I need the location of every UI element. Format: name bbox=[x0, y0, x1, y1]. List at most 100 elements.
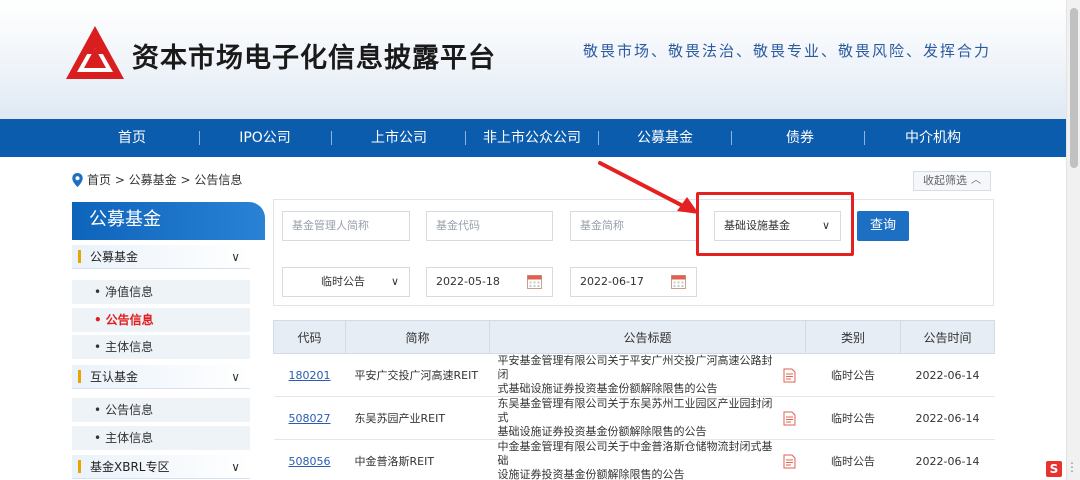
sidebar-item-label: 净值信息 bbox=[105, 285, 154, 299]
nav-item-ipo[interactable]: IPO公司 bbox=[232, 119, 298, 157]
fund-code-link[interactable]: 508027 bbox=[273, 396, 346, 440]
chevron-down-icon: ∨ bbox=[231, 460, 240, 474]
bullet-icon: • bbox=[94, 313, 102, 327]
bullet-icon: • bbox=[94, 403, 102, 417]
sidebar-item-label: 公告信息 bbox=[105, 313, 154, 327]
chevron-down-icon: ∨ bbox=[390, 275, 399, 288]
sidebar-group-public-funds[interactable]: 公募基金 ∨ bbox=[72, 245, 250, 269]
fund-name: 中金普洛斯REIT bbox=[345, 439, 490, 480]
sidebar-item-nav-info[interactable]: • 净值信息 bbox=[72, 280, 250, 304]
document-icon[interactable] bbox=[783, 411, 796, 426]
nav-item-funds[interactable]: 公募基金 bbox=[632, 119, 698, 157]
sidebar-group-label: 基金XBRL专区 bbox=[90, 460, 170, 474]
site-header: 资本市场电子化信息披露平台 敬畏市场、敬畏法治、敬畏专业、敬畏风险、发挥合力 bbox=[0, 0, 1066, 119]
sidebar-item-entity-info[interactable]: • 主体信息 bbox=[72, 335, 250, 359]
announcement-title-line[interactable]: 平安基金管理有限公司关于平安广州交投广河高速公路封闭 bbox=[498, 354, 783, 382]
group-marker bbox=[78, 370, 81, 383]
announcement-title-line[interactable]: 中金基金管理有限公司关于中金普洛斯仓储物流封闭式基础 bbox=[498, 440, 783, 468]
collapse-filter-label: 收起筛选 bbox=[923, 174, 967, 187]
sidebar-item-label: 主体信息 bbox=[105, 340, 154, 354]
sidebar-item-mr-announcements[interactable]: • 公告信息 bbox=[72, 398, 250, 422]
sidebar-item-announcements[interactable]: • 公告信息 bbox=[72, 308, 250, 332]
tray-more-icon[interactable]: ⋮ bbox=[1066, 460, 1078, 474]
fund-code-input[interactable]: 基金代码 bbox=[426, 211, 553, 241]
annotation-arrow-icon bbox=[598, 161, 699, 214]
fund-code-link[interactable]: 508056 bbox=[273, 439, 346, 480]
announcement-category: 临时公告 bbox=[805, 439, 901, 480]
red-triangle-logo[interactable] bbox=[64, 24, 126, 82]
scroll-thumb[interactable] bbox=[1070, 8, 1078, 168]
document-icon[interactable] bbox=[783, 454, 796, 469]
sidebar-title: 公募基金 bbox=[72, 202, 265, 240]
announcement-type-select[interactable]: 临时公告 ∨ bbox=[282, 267, 410, 297]
fund-code-link[interactable]: 180201 bbox=[273, 353, 346, 397]
announcement-title-line[interactable]: 式基础设施证券投资基金份额解除限售的公告 bbox=[498, 382, 783, 396]
collapse-filter-button[interactable]: 收起筛选 ︿ bbox=[913, 171, 991, 191]
end-date-input[interactable]: 2022-06-17 bbox=[570, 267, 697, 297]
column-header-date: 公告时间 bbox=[900, 320, 995, 354]
announcement-type-value: 临时公告 bbox=[321, 275, 365, 288]
ime-tray-icon[interactable]: S bbox=[1046, 461, 1062, 477]
calendar-icon[interactable] bbox=[671, 274, 686, 289]
fund-manager-input[interactable]: 基金管理人简称 bbox=[282, 211, 410, 241]
table-header-row: 代码 简称 公告标题 类别 公告时间 bbox=[273, 320, 995, 354]
nav-item-bonds[interactable]: 债券 bbox=[778, 119, 822, 157]
bullet-icon: • bbox=[94, 340, 102, 354]
fund-name: 平安广交投广河高速REIT bbox=[345, 353, 490, 397]
announcement-category: 临时公告 bbox=[805, 353, 901, 397]
group-marker bbox=[78, 460, 81, 473]
sidebar-item-mr-entity-info[interactable]: • 主体信息 bbox=[72, 426, 250, 450]
sidebar-group-xbrl[interactable]: 基金XBRL专区 ∨ bbox=[72, 455, 250, 479]
announcement-table: 代码 简称 公告标题 类别 公告时间 180201 平安广交投广河高速REIT … bbox=[273, 320, 995, 480]
nav-item-non-listed[interactable]: 非上市公众公司 bbox=[482, 119, 582, 157]
announcement-date: 2022-06-14 bbox=[900, 353, 995, 397]
column-header-code: 代码 bbox=[273, 320, 346, 354]
breadcrumb-text[interactable]: 首页 > 公募基金 > 公告信息 bbox=[87, 171, 242, 188]
bullet-icon: • bbox=[94, 431, 102, 445]
page-scrollbar[interactable] bbox=[1066, 0, 1080, 480]
sidebar-item-label: 主体信息 bbox=[105, 431, 154, 445]
announcement-title-line[interactable]: 基础设施证券投资基金份额解除限售的公告 bbox=[498, 425, 783, 439]
announcement-title-cell[interactable]: 东吴基金管理有限公司关于东吴苏州工业园区产业园封闭式 基础设施证券投资基金份额解… bbox=[489, 396, 806, 440]
main-nav: 首页 IPO公司 上市公司 非上市公众公司 公募基金 债券 中介机构 bbox=[0, 119, 1066, 157]
group-marker bbox=[78, 250, 81, 263]
chevron-down-icon: ∨ bbox=[231, 250, 240, 264]
announcement-title-cell[interactable]: 平安基金管理有限公司关于平安广州交投广河高速公路封闭 式基础设施证券投资基金份额… bbox=[489, 353, 806, 397]
nav-item-home[interactable]: 首页 bbox=[102, 119, 162, 157]
nav-separator bbox=[199, 131, 200, 145]
breadcrumb: 首页 > 公募基金 > 公告信息 bbox=[72, 171, 242, 188]
sidebar-item-label: 公告信息 bbox=[105, 403, 154, 417]
announcement-title-cell[interactable]: 中金基金管理有限公司关于中金普洛斯仓储物流封闭式基础 设施证券投资基金份额解除限… bbox=[489, 439, 806, 480]
nav-separator bbox=[465, 131, 466, 145]
fund-name: 东吴苏园产业REIT bbox=[345, 396, 490, 440]
end-date-value: 2022-06-17 bbox=[580, 275, 644, 288]
column-header-name: 简称 bbox=[345, 320, 490, 354]
nav-separator bbox=[864, 131, 865, 145]
site-title: 资本市场电子化信息披露平台 bbox=[132, 43, 496, 74]
nav-separator bbox=[598, 131, 599, 145]
chevron-down-icon: ∨ bbox=[231, 370, 240, 384]
announcement-title-line[interactable]: 东吴基金管理有限公司关于东吴苏州工业园区产业园封闭式 bbox=[498, 397, 783, 425]
query-button[interactable]: 查询 bbox=[857, 211, 909, 241]
column-header-category: 类别 bbox=[805, 320, 901, 354]
calendar-icon[interactable] bbox=[527, 274, 542, 289]
nav-item-intermediaries[interactable]: 中介机构 bbox=[898, 119, 968, 157]
annotation-highlight-box bbox=[696, 192, 854, 256]
sidebar-group-label: 公募基金 bbox=[90, 250, 139, 264]
nav-separator bbox=[331, 131, 332, 145]
start-date-value: 2022-05-18 bbox=[436, 275, 500, 288]
chevron-up-icon: ︿ bbox=[971, 175, 981, 186]
announcement-title-line[interactable]: 设施证券投资基金份额解除限售的公告 bbox=[498, 468, 783, 480]
document-icon[interactable] bbox=[783, 368, 796, 383]
nav-separator bbox=[731, 131, 732, 145]
sidebar-group-mutual-recognition[interactable]: 互认基金 ∨ bbox=[72, 365, 250, 389]
table-row: 508056 中金普洛斯REIT 中金基金管理有限公司关于中金普洛斯仓储物流封闭… bbox=[273, 439, 995, 480]
bullet-icon: • bbox=[94, 285, 102, 299]
table-row: 180201 平安广交投广河高速REIT 平安基金管理有限公司关于平安广州交投广… bbox=[273, 353, 995, 397]
announcement-date: 2022-06-14 bbox=[900, 439, 995, 480]
sidebar-group-label: 互认基金 bbox=[90, 370, 139, 384]
start-date-input[interactable]: 2022-05-18 bbox=[426, 267, 553, 297]
site-slogan: 敬畏市场、敬畏法治、敬畏专业、敬畏风险、发挥合力 bbox=[583, 42, 992, 60]
announcement-category: 临时公告 bbox=[805, 396, 901, 440]
nav-item-listed[interactable]: 上市公司 bbox=[365, 119, 433, 157]
